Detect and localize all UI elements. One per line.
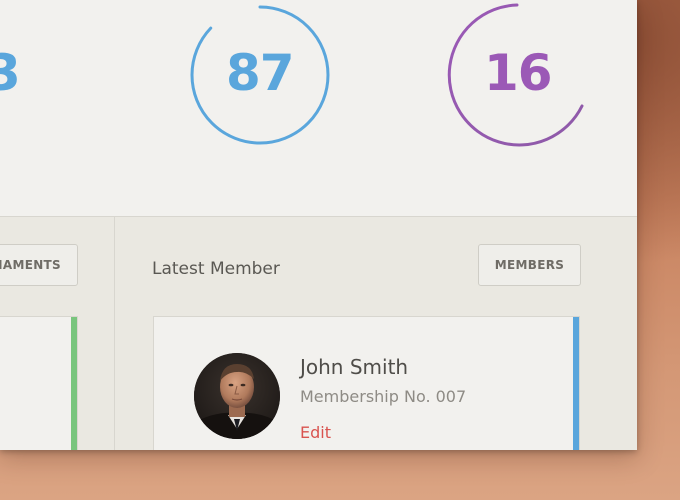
card-accent-bar	[71, 317, 77, 450]
member-name: John Smith	[300, 355, 409, 379]
tournaments-button[interactable]: NAMENTS	[0, 244, 78, 286]
column-divider	[114, 217, 115, 450]
stats-row: 3 87 16	[0, 0, 637, 216]
card-accent-bar	[573, 317, 579, 450]
membership-number: Membership No. 007	[300, 387, 467, 406]
member-card: John Smith Membership No. 007 Edit	[153, 316, 580, 450]
tournament-card	[0, 316, 78, 450]
dashboard-panel: 3 87 16 NAMENTS Latest Member MEMBERS	[0, 0, 637, 450]
members-button[interactable]: MEMBERS	[478, 244, 581, 286]
stat-value-2: 87	[226, 44, 295, 102]
edit-member-link[interactable]: Edit	[300, 423, 331, 442]
bottom-section: NAMENTS Latest Member MEMBERS	[0, 216, 637, 450]
stat-value-3: 16	[484, 44, 553, 102]
member-photo	[194, 353, 280, 439]
latest-member-title: Latest Member	[152, 259, 280, 279]
avatar	[194, 353, 280, 439]
stat-value-1: 3	[0, 44, 21, 102]
